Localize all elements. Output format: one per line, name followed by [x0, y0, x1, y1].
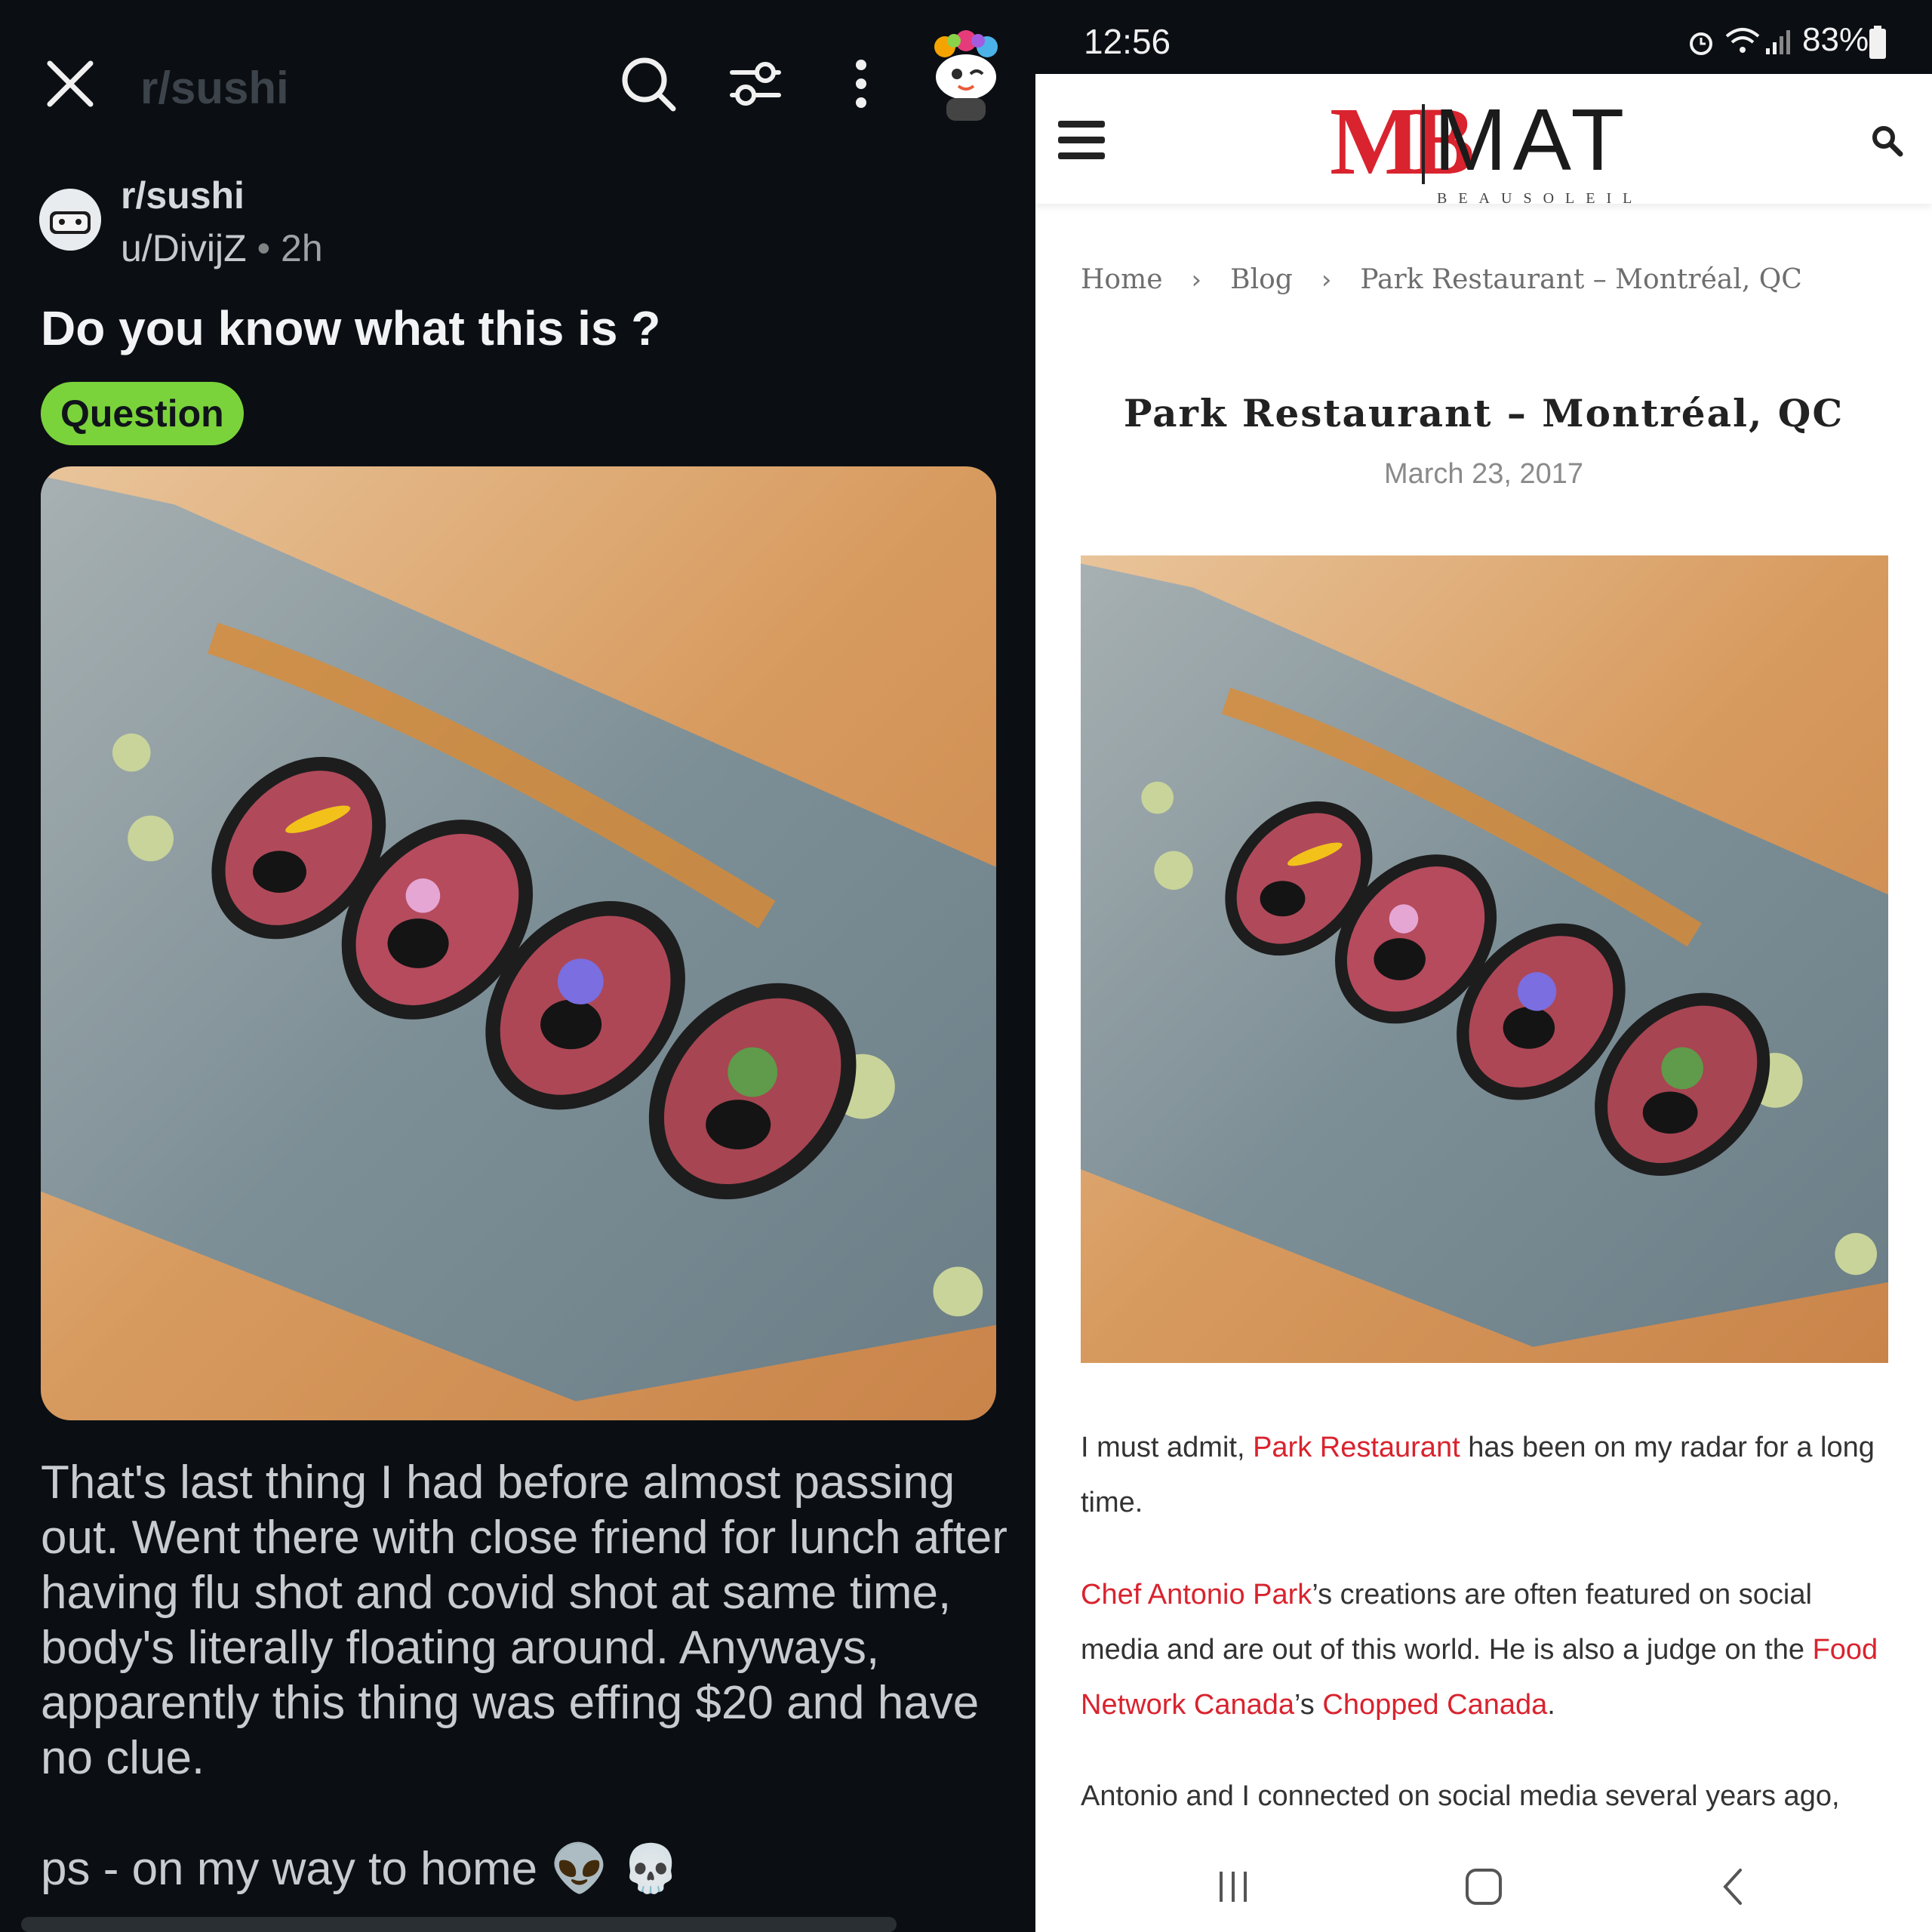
header-subreddit-title: r/sushi — [140, 63, 289, 113]
back-icon[interactable] — [1712, 1864, 1757, 1909]
article-title: Park Restaurant – Montréal, QC — [1123, 391, 1844, 435]
sushi-photo — [41, 466, 996, 1420]
article-paragraph-1: I must admit, Park Restaurant has been o… — [1081, 1420, 1896, 1531]
status-bar: 12:56 83% — [1035, 0, 1932, 74]
p2-period: . — [1547, 1689, 1555, 1721]
reddit-top-bar: r/sushi — [0, 0, 1035, 174]
blog-screen: 12:56 83% MB MAT BEAUSOLEIL Home › Blog … — [1035, 0, 1932, 1932]
meta-separator: • — [257, 227, 271, 269]
logo-subtitle: BEAUSOLEIL — [1437, 190, 1644, 207]
p1-text-start: I must admit, — [1081, 1432, 1254, 1463]
filter-icon[interactable] — [723, 51, 788, 116]
recent-apps-icon[interactable] — [1211, 1864, 1256, 1909]
reddit-post-screen: r/sushi r/sushi u/DivijZ • 2h Do you kno… — [0, 0, 1035, 1932]
post-flair[interactable]: Question — [41, 382, 244, 445]
wifi-icon — [1725, 28, 1760, 53]
signal-icon — [1766, 30, 1790, 54]
battery-percentage: 83% — [1802, 21, 1869, 58]
subreddit-avatar[interactable] — [39, 189, 101, 251]
search-icon[interactable] — [1870, 124, 1903, 157]
logo-name: MAT — [1434, 91, 1631, 189]
p2-possessive: ’s — [1294, 1689, 1323, 1721]
post-header: r/sushi u/DivijZ • 2h — [39, 174, 1020, 279]
article-image[interactable] — [1081, 555, 1888, 1363]
post-author-link[interactable]: u/DivijZ — [121, 227, 247, 269]
post-title: Do you know what this is ? — [41, 301, 661, 355]
logo-divider — [1422, 104, 1425, 184]
breadcrumb-current: Park Restaurant – Montréal, QC — [1360, 264, 1802, 295]
sushi-photo — [1081, 555, 1888, 1363]
post-subreddit-link[interactable]: r/sushi — [121, 174, 245, 217]
park-restaurant-link[interactable]: Park Restaurant — [1253, 1432, 1460, 1463]
chef-antonio-park-link[interactable]: Chef Antonio Park — [1081, 1579, 1312, 1611]
status-time: 12:56 — [1084, 22, 1171, 61]
post-body: That's last thing I had before almost pa… — [41, 1457, 1008, 1784]
search-icon[interactable] — [616, 51, 681, 116]
more-vertical-icon[interactable] — [829, 51, 894, 116]
post-meta: u/DivijZ • 2h — [121, 226, 323, 270]
post-image[interactable] — [41, 466, 996, 1420]
breadcrumb: Home › Blog › Park Restaurant – Montréal, QC — [1081, 264, 1802, 295]
article-paragraph-2: Chef Antonio Park’s creations are often … — [1081, 1567, 1896, 1733]
chevron-right-icon: › — [1191, 265, 1202, 295]
user-avatar[interactable] — [928, 30, 1004, 121]
site-header: MB MAT BEAUSOLEIL — [1035, 74, 1932, 207]
alarm-icon — [1690, 32, 1712, 55]
chopped-canada-link[interactable]: Chopped Canada — [1322, 1689, 1547, 1721]
close-icon[interactable] — [39, 53, 101, 115]
home-button-icon[interactable] — [1461, 1864, 1506, 1909]
article-date: March 23, 2017 — [1383, 458, 1584, 490]
system-nav-bar — [1035, 1841, 1932, 1932]
site-logo[interactable]: MB MAT BEAUSOLEIL — [1330, 91, 1632, 207]
post-age: 2h — [281, 227, 323, 269]
chevron-right-icon: › — [1321, 265, 1332, 295]
breadcrumb-home[interactable]: Home — [1081, 264, 1163, 295]
battery-icon — [1869, 26, 1886, 59]
hamburger-menu-icon[interactable] — [1058, 119, 1105, 162]
post-ps: ps - on my way to home 👽 💀 — [41, 1843, 680, 1895]
scroll-indicator — [21, 1917, 897, 1932]
breadcrumb-blog[interactable]: Blog — [1230, 264, 1293, 295]
article-paragraph-3: Antonio and I connected on social media … — [1081, 1780, 1840, 1812]
